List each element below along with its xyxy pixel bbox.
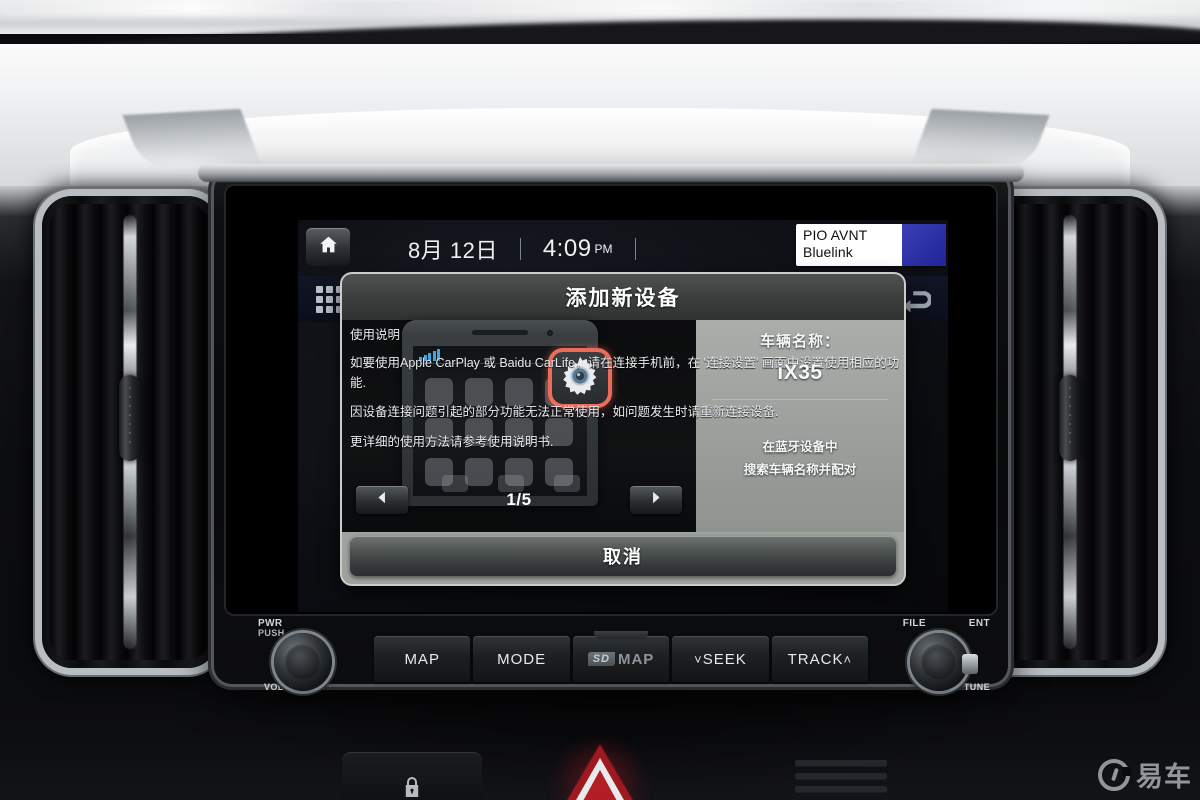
pairing-hint-line-2: 搜索车辆名称并配对 (743, 463, 857, 478)
next-page-button[interactable] (629, 486, 682, 514)
home-icon (318, 234, 339, 260)
tune-enter-knob[interactable] (910, 633, 968, 691)
infotainment-screen[interactable]: 8月 12日 4:09 PM PIO AVNT Bluelink 添加新设备 使… (298, 220, 948, 612)
screenshot-root: 8月 12日 4:09 PM PIO AVNT Bluelink 添加新设备 使… (0, 0, 1200, 800)
yiche-watermark: 易车 (1098, 755, 1192, 794)
track-button[interactable]: TRACK ˄ (771, 636, 869, 682)
grid-dot (315, 295, 323, 303)
sticker-text: PIO AVNT Bluelink (796, 224, 902, 266)
cancel-button[interactable]: 取消 (350, 536, 896, 576)
enter-label: ENT (968, 618, 990, 629)
air-vent-right[interactable] (982, 196, 1158, 668)
vehicle-name-value: iX35 (777, 361, 823, 384)
volume-label: VOL (264, 682, 284, 692)
date-label: 8月 12日 (408, 238, 498, 263)
sticker-blue-square (902, 224, 946, 266)
pairing-hint: 在蓝牙设备中 搜索车辆名称并配对 (696, 436, 904, 482)
watermark-text: 易车 (1136, 762, 1192, 792)
pio-avnt-sticker: PIO AVNT Bluelink (796, 224, 946, 266)
file-label: FILE (902, 618, 926, 629)
triangle-left-icon (376, 491, 389, 509)
sd-badge-label: SD (587, 652, 615, 666)
head-unit-chrome-trim (198, 164, 1024, 182)
status-divider-1 (519, 238, 521, 260)
hard-key-row: PWR PUSH VOL MAP MODE SD MAP ˅ SEEK TRAC… (234, 618, 1008, 692)
app-grid-icon[interactable] (312, 282, 346, 316)
sticker-line-2: Bluelink (803, 244, 853, 261)
seek-label: SEEK (702, 650, 747, 668)
sd-map-button[interactable]: SD MAP (572, 636, 670, 682)
instruction-pager: 1/5 (350, 480, 688, 520)
push-label: PUSH (258, 628, 285, 638)
seek-button[interactable]: ˅ SEEK (672, 636, 769, 682)
door-lock-button[interactable] (342, 752, 482, 800)
sticker-line-1: PIO AVNT (803, 227, 868, 243)
air-vent-right-knob[interactable] (1059, 375, 1081, 462)
sd-map-label: MAP (617, 650, 655, 668)
console-vent-lines (795, 760, 887, 800)
back-arrow-icon (901, 287, 933, 318)
air-vent-left-knob[interactable] (119, 375, 141, 462)
hard-key-buttons: MAP MODE SD MAP ˅ SEEK TRACK ˄ (374, 636, 869, 682)
dialog-title: 添加新设备 (342, 274, 904, 320)
map-button[interactable]: MAP (374, 636, 471, 682)
pairing-hint-line-1: 在蓝牙设备中 (762, 440, 838, 454)
grid-dot (325, 305, 333, 313)
chevron-up-icon: ˄ (843, 651, 853, 667)
time-ampm-label: PM (594, 242, 613, 256)
yiche-logo-icon (1098, 758, 1131, 791)
dialog-body: 使用说明 如要使用Apple CarPlay 或 Baidu CarLife，请… (342, 320, 904, 532)
vehicle-name-label: 车辆名称： (759, 333, 840, 350)
page-counter: 1/5 (506, 490, 532, 509)
mode-button[interactable]: MODE (473, 636, 570, 682)
volume-power-knob[interactable] (274, 633, 332, 691)
add-device-dialog: 添加新设备 使用说明 如要使用Apple CarPlay 或 Baidu Car… (342, 274, 904, 584)
chevron-down-icon: ˅ (694, 651, 703, 667)
grid-dot (325, 285, 333, 293)
vehicle-info-column: 车辆名称： iX35 在蓝牙设备中 搜索车辆名称并配对 (696, 320, 904, 532)
time-label: 4:09 (542, 235, 592, 262)
track-label: TRACK (787, 650, 844, 668)
vehicle-divider (712, 399, 888, 400)
date-time-display: 8月 12日 4:09 PM (408, 232, 808, 266)
windshield-reflection (0, 0, 1200, 16)
previous-page-button[interactable] (356, 486, 408, 514)
console-line (795, 773, 887, 779)
status-divider-2 (634, 238, 636, 260)
screen-status-bar: 8月 12日 4:09 PM PIO AVNT Bluelink (298, 220, 948, 278)
tune-knob-tab (962, 654, 978, 674)
triangle-right-icon (649, 491, 662, 509)
grid-dot (325, 295, 333, 303)
grid-dot (315, 285, 323, 293)
head-unit-bezel: 8月 12日 4:09 PM PIO AVNT Bluelink 添加新设备 使… (224, 184, 998, 692)
console-line (795, 760, 887, 766)
head-unit: 8月 12日 4:09 PM PIO AVNT Bluelink 添加新设备 使… (198, 164, 1024, 692)
console-line (795, 786, 887, 792)
air-vent-left[interactable] (42, 196, 218, 668)
home-button[interactable] (306, 228, 350, 266)
tune-label: TUNE (963, 682, 990, 692)
grid-dot (315, 305, 323, 313)
hazard-light-button[interactable] (550, 734, 650, 800)
